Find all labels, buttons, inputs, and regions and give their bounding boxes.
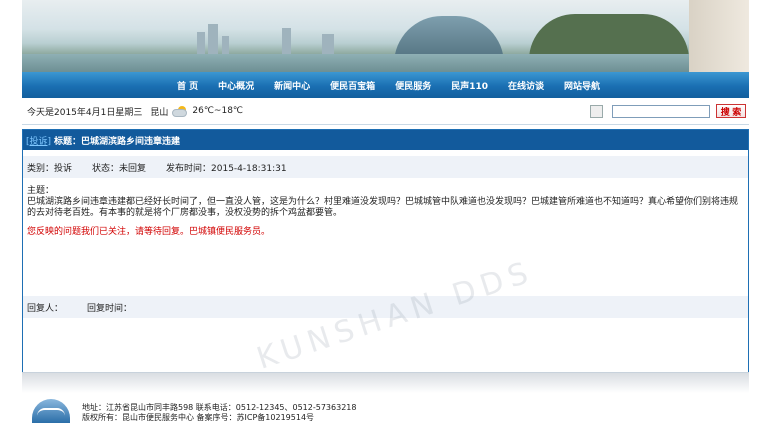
nav-voice110[interactable]: 民声110	[451, 79, 488, 92]
complaint-header: [投诉] 标题：巴城湖滨路乡间违章违建	[23, 130, 748, 150]
banner-building	[282, 28, 291, 54]
banner-building	[208, 24, 218, 54]
complaint-meta: 类别：投诉 状态：未回复 发布时间：2015-4-18:31:31	[23, 156, 748, 178]
current-date: 今天是2015年4月1日星期三	[27, 107, 143, 118]
nav-home[interactable]: 首 页	[177, 79, 198, 92]
reply-time-label: 回复时间：	[87, 303, 133, 314]
banner-building	[322, 34, 334, 54]
replier-label: 回复人：	[27, 303, 64, 314]
info-bar: 今天是2015年4月1日星期三 昆山 26℃~18℃ 搜 索	[22, 98, 749, 125]
nav-about[interactable]: 中心概况	[218, 79, 254, 92]
complaint-body: 主题： 巴城湖滨路乡间违章违建都已经好长时间了，但一直没人管，这是为什么？村里难…	[23, 178, 748, 238]
acknowledgement-note: 您反映的问题我们已关注，请等待回复。巴城镇便民服务员。	[27, 227, 271, 237]
complaint-status: 状态：未回复	[92, 163, 147, 174]
nav-services[interactable]: 便民服务	[395, 79, 431, 92]
banner-water	[22, 54, 749, 72]
search-button[interactable]: 搜 索	[716, 104, 746, 118]
complaint-tag-link[interactable]: [投诉]	[26, 134, 51, 147]
main-nav: 首 页 中心概况 新闻中心 便民百宝箱 便民服务 民声110 在线访谈 网站导航	[22, 72, 749, 98]
reply-bar: 回复人： 回复时间：	[23, 296, 748, 318]
nav-interview[interactable]: 在线访谈	[508, 79, 544, 92]
banner-building	[197, 32, 205, 54]
temperature: 26℃~18℃	[192, 106, 244, 116]
city-name: 昆山	[150, 107, 169, 118]
nav-sitemap[interactable]: 网站导航	[564, 79, 600, 92]
complaint-panel: [投诉] 标题：巴城湖滨路乡间违章违建 类别：投诉 状态：未回复 发布时间：20…	[22, 129, 749, 377]
search-input[interactable]	[612, 104, 710, 118]
footer-logo-icon	[32, 399, 70, 423]
footer-info: 地址：江苏省昆山市同丰路598 联系电话：0512-12345、0512-573…	[82, 403, 356, 423]
complaint-published-time: 发布时间：2015-4-18:31:31	[166, 163, 287, 174]
page-container: 首 页 中心概况 新闻中心 便民百宝箱 便民服务 民声110 在线访谈 网站导航…	[22, 0, 749, 377]
subject-label: 主题：	[27, 186, 55, 196]
banner-building	[222, 36, 229, 54]
nav-toolbox[interactable]: 便民百宝箱	[330, 79, 375, 92]
partly-cloudy-icon	[172, 106, 188, 117]
broken-image-icon	[590, 104, 603, 118]
complaint-content: 巴城湖滨路乡间违章违建都已经好长时间了，但一直没人管，这是为什么？村里难道没发现…	[27, 197, 739, 218]
header-banner	[22, 0, 749, 72]
footer-address: 地址：江苏省昆山市同丰路598 联系电话：0512-12345、0512-573…	[82, 403, 357, 412]
banner-person-image	[689, 0, 749, 72]
complaint-category: 类别：投诉	[27, 163, 73, 174]
nav-news[interactable]: 新闻中心	[274, 79, 310, 92]
page-footer: 地址：江苏省昆山市同丰路598 联系电话：0512-12345、0512-573…	[22, 372, 749, 423]
complaint-title: 标题：巴城湖滨路乡间违章违建	[54, 136, 181, 147]
